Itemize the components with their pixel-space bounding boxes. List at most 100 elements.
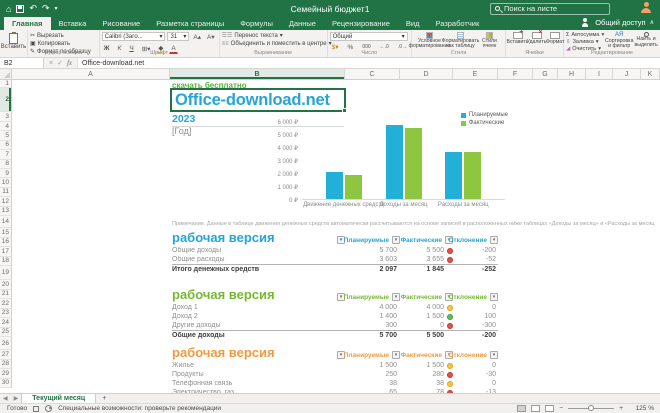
row-header-2[interactable]: 2 (0, 88, 12, 112)
column-header-H[interactable]: H (558, 69, 586, 79)
row-header-10[interactable]: 10 (0, 178, 12, 188)
shrink-font-button[interactable]: A▾ (205, 32, 217, 42)
row-header-9[interactable]: 9 (0, 169, 12, 179)
undo-icon[interactable]: ↶ (29, 3, 37, 14)
sort-filter-button[interactable]: АЯ Сортировка и фильтр (605, 32, 633, 50)
align-icons[interactable]: ☰☰ (222, 32, 233, 39)
page-layout-view-button[interactable] (531, 405, 541, 412)
chart-bar[interactable] (464, 151, 482, 199)
row-header-29[interactable]: 29 (0, 369, 12, 379)
account-avatar[interactable] (640, 2, 652, 15)
select-all-corner[interactable] (0, 69, 12, 79)
number-format-select[interactable]: Общий ▾ (329, 32, 408, 41)
find-select-button[interactable]: Найти и выделить (634, 32, 658, 50)
cut-button[interactable]: ✂ Вырезать (30, 32, 97, 40)
ribbon-tab-0[interactable]: Главная (4, 17, 51, 30)
row-header-13[interactable]: 13 (0, 206, 12, 216)
row-header-7[interactable]: 7 (0, 150, 12, 160)
conditional-formatting-button[interactable]: Условное форматирование (409, 32, 450, 50)
filter-dropdown-icon[interactable]: ▾ (392, 236, 400, 244)
font-name-select[interactable]: Calibri (Заго... ▾ (101, 32, 166, 41)
chart-bar[interactable] (325, 171, 343, 199)
column-header-D[interactable]: D (400, 69, 453, 79)
ribbon-tab-3[interactable]: Разметка страницы (148, 17, 232, 30)
row-header-15[interactable]: 15 (0, 228, 12, 238)
filter-dropdown-icon[interactable]: ▾ (392, 293, 400, 301)
grow-font-button[interactable]: A▴ (191, 32, 203, 42)
format-cells-button[interactable]: Формат (546, 32, 564, 50)
row-header-23[interactable]: 23 (0, 308, 12, 318)
chart-bar[interactable] (445, 152, 463, 199)
row-header-17[interactable]: 17 (0, 247, 12, 257)
row-header-8[interactable]: 8 (0, 159, 12, 169)
autosum-button[interactable]: Σ Автосумма ▾ (566, 32, 604, 38)
column-header-A[interactable]: A (12, 69, 170, 79)
page-break-view-button[interactable] (545, 405, 555, 412)
redo-icon[interactable]: ↷ (42, 3, 50, 14)
budget-chart[interactable]: 6 000 ₽ 5 000 ₽ 4 000 ₽ 3 000 ₽ 2 000 ₽ 1 000… (268, 112, 509, 216)
row-header-16[interactable]: 16 (0, 237, 12, 247)
chart-bar[interactable] (385, 124, 403, 199)
column-header-I[interactable]: I (586, 69, 613, 79)
sheet-canvas[interactable]: 1 2 3 4 5 6 7 8 9 10 11 12 13 14 15 16 17 18 19 20 21 22 23 24 2… (0, 80, 660, 393)
row-header-25[interactable]: 25 (0, 327, 12, 337)
next-sheet-icon[interactable]: ▶ (11, 395, 22, 402)
ribbon-tab-6[interactable]: Рецензирование (324, 17, 398, 30)
zoom-slider-knob[interactable] (588, 405, 595, 411)
cancel-icon[interactable]: × (49, 60, 53, 67)
filter-dropdown-icon[interactable]: ▾ (392, 351, 400, 359)
share-button[interactable]: Общий доступ ∧ (582, 18, 654, 27)
formula-input[interactable]: Office-download.net (77, 58, 660, 68)
row-header-24[interactable]: 24 (0, 318, 12, 328)
delete-cells-button[interactable]: Удалить (527, 29, 547, 50)
column-header-F[interactable]: F (498, 69, 533, 79)
format-as-table-button[interactable]: Форматировать как таблицу (442, 32, 479, 50)
ribbon-tab-2[interactable]: Рисование (94, 17, 148, 30)
row-header-28[interactable]: 28 (0, 359, 12, 369)
ribbon-tab-5[interactable]: Данные (281, 17, 324, 30)
filter-dropdown-icon[interactable]: ▾ (490, 293, 498, 301)
row-header-21[interactable]: 21 (0, 289, 12, 299)
copy-button[interactable]: ▣ Копировать (30, 40, 97, 48)
filter-dropdown-icon[interactable]: ▾ (490, 236, 498, 244)
cell-styles-button[interactable]: Стили ячеек (476, 32, 503, 50)
row-header-1[interactable]: 1 (0, 80, 12, 88)
fill-button[interactable]: ⇩ Заливка ▾ (566, 39, 604, 45)
row-header-19[interactable]: 19 (0, 266, 12, 280)
insert-function-icon[interactable]: fx (67, 59, 72, 67)
row-header-11[interactable]: 11 (0, 187, 12, 198)
font-size-select[interactable]: 31 ▾ (167, 32, 190, 41)
column-header-E[interactable]: E (453, 69, 498, 79)
enter-icon[interactable]: ✓ (57, 59, 63, 67)
row-header-3[interactable]: 3 (0, 112, 12, 122)
selected-cell-b2[interactable]: Office-download.net (170, 88, 347, 113)
zoom-level[interactable]: 125 % (628, 405, 654, 412)
add-sheet-button[interactable]: + (96, 395, 112, 402)
row-header-18[interactable]: 18 (0, 256, 12, 266)
name-box[interactable]: B2 (0, 58, 44, 68)
row-header-4[interactable]: 4 (0, 122, 12, 132)
insert-cells-button[interactable]: Вставить (507, 29, 529, 50)
ribbon-tab-1[interactable]: Вставка (51, 17, 95, 30)
filter-dropdown-icon[interactable]: ▾ (490, 351, 498, 359)
row-header-20[interactable]: 20 (0, 280, 12, 290)
merge-center-button[interactable]: Объединить и поместить в центре (231, 41, 327, 47)
row-header-5[interactable]: 5 (0, 131, 12, 141)
customize-qat-icon[interactable]: ▾ (55, 5, 58, 12)
row-header-22[interactable]: 22 (0, 299, 12, 309)
wrap-text-button[interactable]: Перенос текста (234, 33, 277, 39)
column-header-C[interactable]: C (345, 69, 400, 79)
ribbon-tab-7[interactable]: Вид (398, 17, 428, 30)
accessibility-status[interactable]: Специальные возможности: проверьте реком… (58, 405, 221, 412)
row-header-12[interactable]: 12 (0, 197, 12, 207)
column-header-B[interactable]: B (170, 69, 345, 79)
prev-sheet-icon[interactable]: ◀ (0, 395, 11, 402)
chart-bar[interactable] (404, 127, 422, 199)
row-header-27[interactable]: 27 (0, 350, 12, 360)
macro-record-icon[interactable] (33, 405, 40, 412)
ribbon-tab-4[interactable]: Формулы (232, 17, 281, 30)
ribbon-tab-8[interactable]: Разработчик (427, 17, 487, 30)
row-header-14[interactable]: 14 (0, 216, 12, 228)
search-input[interactable]: Поиск на листе (490, 2, 610, 15)
collapse-ribbon-icon[interactable]: ∧ (650, 19, 654, 26)
